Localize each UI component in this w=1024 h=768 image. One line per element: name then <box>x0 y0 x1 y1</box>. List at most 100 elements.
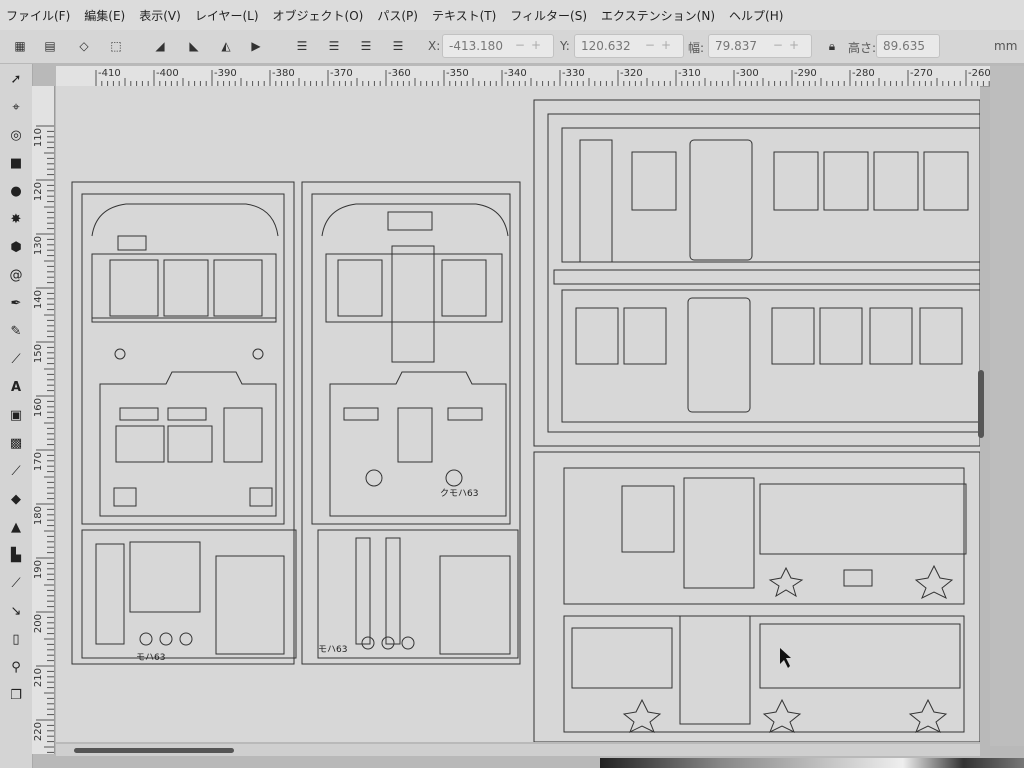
ruler-label-left: 130 <box>33 236 44 256</box>
coupler-2b <box>445 469 463 487</box>
rectangle-tool-icon[interactable]: ■ <box>7 154 25 172</box>
ruler-label-left: 120 <box>33 182 44 202</box>
menu-text[interactable]: テキスト(T) <box>432 7 496 24</box>
frame-window-1c <box>223 407 263 463</box>
selector-tool-icon[interactable]: ➚ <box>7 70 25 88</box>
eraser-tool-icon[interactable]: ▙ <box>7 546 25 564</box>
width-input[interactable]: 79.837 −+ <box>708 34 812 58</box>
rotate-cw-icon[interactable]: ◣ <box>186 38 202 54</box>
wheel-2c <box>401 636 415 650</box>
side-window-u4 <box>873 151 919 211</box>
menu-extensions[interactable]: エクステンション(N) <box>601 7 715 24</box>
ruler-label-top: -390 <box>214 68 237 79</box>
seat-block-1 <box>621 485 675 553</box>
end-window-1a <box>109 259 159 317</box>
ruler-label-top: -360 <box>388 68 411 79</box>
measure-tool-icon[interactable]: ↘ <box>7 602 25 620</box>
door-block-2 <box>679 615 751 725</box>
touch-select-icon[interactable]: ⬚ <box>108 38 124 54</box>
frame-slot-1a <box>119 407 159 421</box>
toolbox: ➚ ⌖ ◎ ■ ● ✸ ⬢ @ ✒ ✎ ⟋ A ▣ ▩ ⟋ ◆ ▲ ▙ ⟋ ↘ … <box>0 64 33 768</box>
side-door-upper-2 <box>689 139 753 261</box>
lower-icon[interactable]: ☰ <box>358 38 374 54</box>
flip-horizontal-icon[interactable]: ◭ <box>218 38 234 54</box>
rotate-ccw-icon[interactable]: ◢ <box>152 38 168 54</box>
select-all-icon[interactable]: ▦ <box>12 38 28 54</box>
deselect-icon[interactable]: ◇ <box>76 38 92 54</box>
side-window-l2 <box>623 307 667 365</box>
gradient-tool-icon[interactable]: ▣ <box>7 406 25 424</box>
side-window-u3 <box>823 151 869 211</box>
x-label: X: <box>428 39 441 53</box>
ruler-label-top: -320 <box>620 68 643 79</box>
unit-select[interactable]: mm <box>994 39 1017 53</box>
end-panel-outline-2 <box>311 193 511 525</box>
lock-icon[interactable]: 🔒︎ <box>824 38 840 54</box>
raise-icon[interactable]: ☰ <box>326 38 342 54</box>
star-mark-4 <box>762 698 802 734</box>
frame-foot-1a <box>113 487 137 507</box>
menu-layer[interactable]: レイヤー(L) <box>195 7 259 24</box>
side-window-l1 <box>575 307 619 365</box>
raise-to-top-icon[interactable]: ☰ <box>294 38 310 54</box>
end-panel-roof-2 <box>321 203 509 237</box>
ruler-label-top: -270 <box>910 68 933 79</box>
text-tool-icon[interactable]: A <box>7 378 25 396</box>
vertical-scrollbar-thumb[interactable] <box>978 370 984 438</box>
side-door-upper-1 <box>579 139 613 263</box>
star-mark-2 <box>914 564 954 600</box>
lower-to-bottom-icon[interactable]: ☰ <box>390 38 406 54</box>
coupler-2a <box>365 469 383 487</box>
side-window-u2 <box>773 151 819 211</box>
ruler-label-left: 140 <box>33 290 44 310</box>
menu-filter[interactable]: フィルター(S) <box>510 7 587 24</box>
side-window-u1 <box>631 151 677 211</box>
horizontal-scrollbar-thumb[interactable] <box>74 748 234 753</box>
x-value: -413.180 <box>449 39 503 53</box>
menu-help[interactable]: ヘルプ(H) <box>729 7 783 24</box>
ruler-label-left: 220 <box>33 722 44 742</box>
side-window-l6 <box>919 307 963 365</box>
y-value: 120.632 <box>581 39 631 53</box>
select-in-all-layers-icon[interactable]: ▤ <box>42 38 58 54</box>
end-panel-roof-1 <box>91 203 279 237</box>
ellipse-tool-icon[interactable]: ● <box>7 182 25 200</box>
end-window-frame-2 <box>325 253 503 323</box>
headlight-1b <box>252 348 264 360</box>
horizontal-scrollbar[interactable] <box>56 744 980 756</box>
calligraphy-tool-icon[interactable]: ⟋ <box>7 350 25 368</box>
menu-view[interactable]: 表示(V) <box>139 7 181 24</box>
tweak-tool-icon[interactable]: ◎ <box>7 126 25 144</box>
drawing-canvas[interactable]: モハ63 モハ63 クモハ63 <box>56 86 981 743</box>
3d-box-tool-icon[interactable]: ⬢ <box>7 238 25 256</box>
y-input[interactable]: 120.632 −+ <box>574 34 684 58</box>
dropper-tool-icon[interactable]: ⟋ <box>7 462 25 480</box>
node-tool-icon[interactable]: ⌖ <box>7 98 25 116</box>
spiral-tool-icon[interactable]: @ <box>7 266 25 284</box>
paint-bucket-tool-icon[interactable]: ◆ <box>7 490 25 508</box>
width-label: 幅: <box>688 41 705 55</box>
side-panel-inner <box>547 113 981 433</box>
wheel-1a <box>139 632 153 646</box>
menu-file[interactable]: ファイル(F) <box>6 7 70 24</box>
pages-tool-icon[interactable]: ▯ <box>7 630 25 648</box>
pen-tool-icon[interactable]: ✒ <box>7 294 25 312</box>
ruler-label-top: -400 <box>156 68 179 79</box>
flip-vertical-icon[interactable]: ▶ <box>248 38 264 54</box>
connector-tool-icon[interactable]: ⟋ <box>7 574 25 592</box>
pencil-tool-icon[interactable]: ✎ <box>7 322 25 340</box>
x-input[interactable]: -413.180 −+ <box>442 34 554 58</box>
menu-edit[interactable]: 編集(E) <box>84 7 125 24</box>
star-tool-icon[interactable]: ✸ <box>7 210 25 228</box>
interior-panel-1 <box>563 467 965 605</box>
height-input[interactable]: 89.635 <box>876 34 940 58</box>
bogie-part-1a <box>95 543 125 645</box>
mesh-tool-icon[interactable]: ▩ <box>7 434 25 452</box>
color-palette[interactable] <box>600 758 1024 768</box>
spray-tool-icon[interactable]: ▲ <box>7 518 25 536</box>
menu-path[interactable]: パス(P) <box>377 7 418 24</box>
menu-object[interactable]: オブジェクト(O) <box>273 7 364 24</box>
zoom-tool-icon[interactable]: ⚲ <box>7 658 25 676</box>
copy-page-icon[interactable]: ❐ <box>7 686 25 704</box>
bogie-part-1c <box>215 555 285 655</box>
